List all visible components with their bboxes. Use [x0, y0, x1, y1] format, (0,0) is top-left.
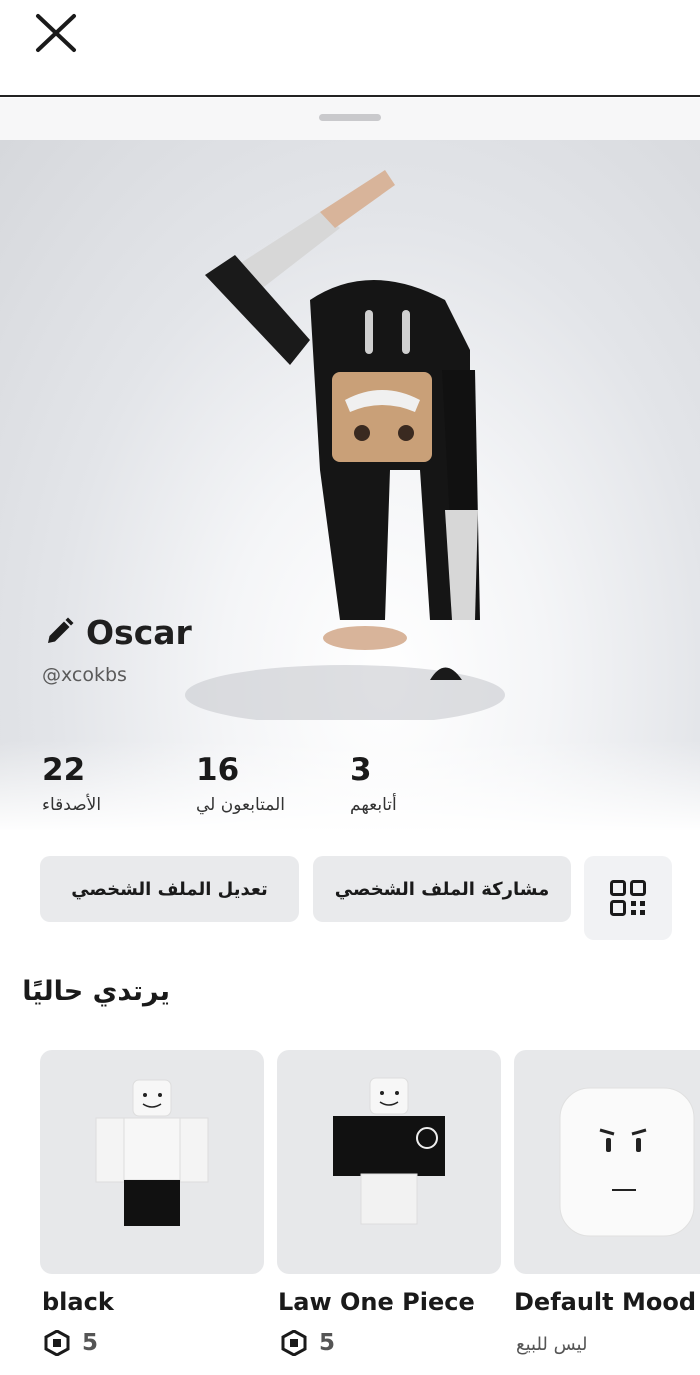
item-card-law-one-piece[interactable] [277, 1050, 501, 1274]
close-button[interactable] [30, 10, 82, 56]
stat-label: أتابعهم [350, 795, 397, 815]
price-value: 5 [82, 1330, 99, 1356]
share-profile-button[interactable]: مشاركة الملف الشخصي [313, 856, 571, 922]
item-thumbnail [333, 1077, 445, 1225]
stat-followers[interactable]: 16 المتابعون لي [196, 748, 285, 818]
stat-label: الأصدقاء [42, 795, 102, 815]
close-icon [36, 14, 76, 52]
top-bar [0, 0, 700, 97]
item-card-black[interactable] [40, 1050, 264, 1274]
edit-profile-button[interactable]: تعديل الملف الشخصي [40, 856, 299, 922]
item-name: black [42, 1288, 114, 1316]
drag-handle[interactable] [319, 114, 381, 121]
pencil-icon [48, 617, 74, 643]
stat-label: المتابعون لي [196, 795, 285, 815]
item-thumbnail [559, 1087, 695, 1237]
item-name: Default Mood [514, 1288, 697, 1316]
robux-icon [44, 1330, 70, 1356]
item-thumbnail [95, 1079, 209, 1226]
item-price: 5 [44, 1330, 98, 1356]
robux-icon [281, 1330, 307, 1356]
item-card-default-mood[interactable] [514, 1050, 700, 1274]
stat-friends[interactable]: 22 الأصدقاء [42, 748, 101, 818]
display-name-text: Oscar [86, 612, 192, 652]
qr-code-icon [610, 880, 646, 916]
qr-code-button[interactable] [584, 856, 672, 940]
stat-value: 22 [42, 752, 86, 788]
price-value: 5 [319, 1330, 336, 1356]
display-name[interactable]: Oscar [44, 610, 192, 654]
offsale-label: ليس للبيع [516, 1334, 588, 1355]
item-price: 5 [281, 1330, 335, 1356]
stat-value: 3 [350, 752, 372, 788]
stat-following[interactable]: 3 أتابعهم [350, 748, 397, 818]
currently-wearing-title: يرتدي حاليًا [22, 976, 170, 1007]
username: @xcokbs [42, 664, 127, 686]
avatar-image [185, 170, 505, 720]
stat-value: 16 [196, 752, 240, 788]
item-name: Law One Piece [278, 1288, 475, 1316]
